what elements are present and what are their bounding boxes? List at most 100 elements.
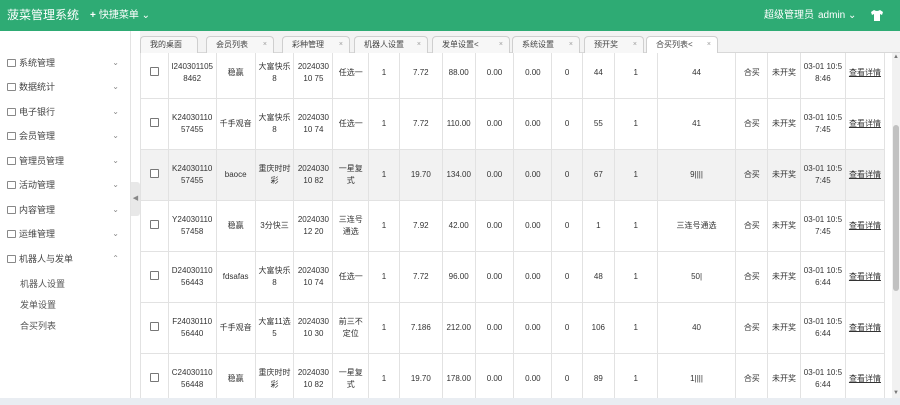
tool-icon	[7, 230, 16, 238]
chevron-down-icon: ⌄	[112, 131, 119, 140]
sidebar-item-stats[interactable]: 数据统计 ⌄	[0, 75, 131, 99]
quick-menu-button[interactable]: + 快捷菜单 ⌄	[90, 0, 150, 31]
sidebar-item-robot[interactable]: 机器人与发单 ⌃	[0, 247, 131, 271]
tab-member-list[interactable]: 会员列表 ×	[206, 36, 274, 53]
cell-status: 未开奖	[767, 302, 801, 354]
cell-col-11: 0	[551, 200, 583, 252]
tab-pre-draw[interactable]: 预开奖 ×	[584, 36, 644, 53]
cell-total-shares: 106	[581, 302, 615, 354]
cell-play-type: 任选一	[332, 53, 370, 99]
close-icon[interactable]: ×	[633, 37, 637, 53]
cell-order-no: I2403011058462	[167, 53, 217, 99]
tab-system-settings[interactable]: 系统设置 ×	[512, 36, 580, 53]
sidebar-item-system[interactable]: 系统管理 ⌄	[0, 51, 131, 75]
table-row: C2403011056448 稳赢 重庆时时彩 202403010 82 一星复式 1 19…	[140, 353, 886, 405]
cell-buy-type: 合买	[735, 302, 769, 354]
cell-multiple: 1	[368, 353, 400, 405]
cell-odds: 19.70	[398, 149, 443, 201]
cell-lottery: 3分快三	[254, 200, 295, 252]
view-detail-link[interactable]: 查看详情	[849, 323, 881, 332]
row-checkbox[interactable]	[149, 168, 159, 178]
cell-col-9: 0.00	[474, 98, 515, 150]
tab-lottery-types[interactable]: 彩种管理 ×	[282, 36, 350, 53]
app-brand[interactable]: 菠菜管理系统	[7, 0, 79, 31]
sidebar-item-ops[interactable]: 运维管理 ⌄	[0, 222, 131, 246]
sidebar-item-content[interactable]: 内容管理 ⌄	[0, 198, 131, 222]
tab-robot-settings[interactable]: 机器人设置 ×	[354, 36, 428, 53]
close-icon[interactable]: ×	[499, 37, 503, 53]
cell-issue: 202403010 74	[293, 251, 334, 303]
cell-lottery: 大富快乐8	[254, 251, 295, 303]
cell-odds: 7.72	[398, 53, 443, 99]
view-detail-link[interactable]: 查看详情	[849, 170, 881, 179]
close-icon[interactable]: ×	[707, 37, 711, 53]
role-label: 超级管理员	[764, 10, 814, 21]
sidebar-subitem-robot-settings[interactable]: 机器人设置	[20, 274, 65, 294]
bottom-bar	[0, 398, 900, 405]
tab-bar: 我的桌面 会员列表 × 彩种管理 × 机器人设置 × 发单设置< × 系统设置 × 预开奖…	[140, 31, 900, 54]
row-checkbox[interactable]	[149, 372, 159, 382]
sidebar-item-members[interactable]: 会员管理 ⌄	[0, 124, 131, 148]
view-detail-link[interactable]: 查看详情	[849, 272, 881, 281]
cell-time: 03-01 10:56:44	[799, 251, 846, 303]
row-checkbox[interactable]	[149, 117, 159, 127]
select-cell	[140, 353, 169, 405]
tab-desktop[interactable]: 我的桌面	[140, 36, 198, 53]
cell-bet-content: 50|	[656, 251, 737, 303]
cell-detail: 查看详情	[844, 353, 886, 405]
bank-icon	[7, 108, 16, 116]
gift-icon	[7, 181, 16, 189]
cell-detail: 查看详情	[844, 149, 886, 201]
view-detail-link[interactable]: 查看详情	[849, 374, 881, 383]
row-checkbox[interactable]	[149, 219, 159, 229]
chevron-down-icon: ⌄	[112, 107, 119, 116]
cell-lottery: 大富11选5	[254, 302, 295, 354]
view-detail-link[interactable]: 查看详情	[849, 68, 881, 77]
chevron-down-icon: ⌄	[112, 180, 119, 189]
cell-multiple: 1	[368, 98, 400, 150]
sidebar-item-ebank[interactable]: 电子银行 ⌄	[0, 100, 131, 124]
cell-bet-content: 1||||	[656, 353, 737, 405]
row-checkbox[interactable]	[149, 321, 159, 331]
chevron-up-icon: ⌃	[112, 254, 119, 263]
cell-issue: 202403010 82	[293, 149, 334, 201]
cell-time: 03-01 10:57:45	[799, 98, 846, 150]
cell-odds: 7.186	[398, 302, 443, 354]
scroll-up-icon[interactable]: ▲	[892, 53, 900, 61]
row-checkbox[interactable]	[149, 66, 159, 76]
sidebar-item-label: 机器人与发单	[19, 254, 74, 264]
chevron-down-icon: ⌄	[112, 156, 119, 165]
close-icon[interactable]: ×	[339, 37, 343, 53]
tab-group-buy-list[interactable]: 合买列表< ×	[646, 36, 718, 54]
cell-bet-content: 三连号通选	[656, 200, 737, 252]
select-cell	[140, 302, 169, 354]
row-checkbox[interactable]	[149, 270, 159, 280]
scroll-down-icon[interactable]: ▼	[892, 389, 900, 397]
view-detail-link[interactable]: 查看详情	[849, 119, 881, 128]
cell-amount: 134.00	[441, 149, 476, 201]
view-detail-link[interactable]: 查看详情	[849, 221, 881, 230]
cell-detail: 查看详情	[844, 53, 886, 99]
close-icon[interactable]: ×	[569, 37, 573, 53]
close-icon[interactable]: ×	[417, 37, 421, 53]
sidebar-item-admins[interactable]: 管理员管理 ⌄	[0, 149, 131, 173]
cell-creator: 稳赢	[215, 53, 256, 99]
sidebar-item-activity[interactable]: 活动管理 ⌄	[0, 173, 131, 197]
cell-col-9: 0.00	[474, 251, 515, 303]
user-menu[interactable]: admin ⌄	[818, 0, 856, 31]
sidebar-collapse-handle[interactable]: ◀	[131, 182, 140, 216]
sidebar-item-label: 电子银行	[19, 107, 56, 117]
cell-total-shares: 44	[581, 53, 615, 99]
sidebar-subitem-order-settings[interactable]: 发单设置	[20, 295, 56, 315]
tab-order-settings[interactable]: 发单设置< ×	[432, 36, 510, 53]
scrollbar-thumb[interactable]	[893, 125, 899, 291]
cell-play-type: 一星复式	[332, 353, 370, 405]
cell-col-10: 0.00	[513, 302, 553, 354]
close-icon[interactable]: ×	[263, 37, 267, 53]
sidebar-subitem-group-buy-list[interactable]: 合买列表	[20, 316, 56, 336]
vertical-scrollbar[interactable]: ▲ ▼	[892, 53, 900, 405]
cell-min-shares: 1	[613, 251, 658, 303]
sidebar-item-label: 活动管理	[19, 180, 56, 190]
skin-icon[interactable]	[870, 9, 884, 22]
cell-creator: baoce	[215, 149, 256, 201]
